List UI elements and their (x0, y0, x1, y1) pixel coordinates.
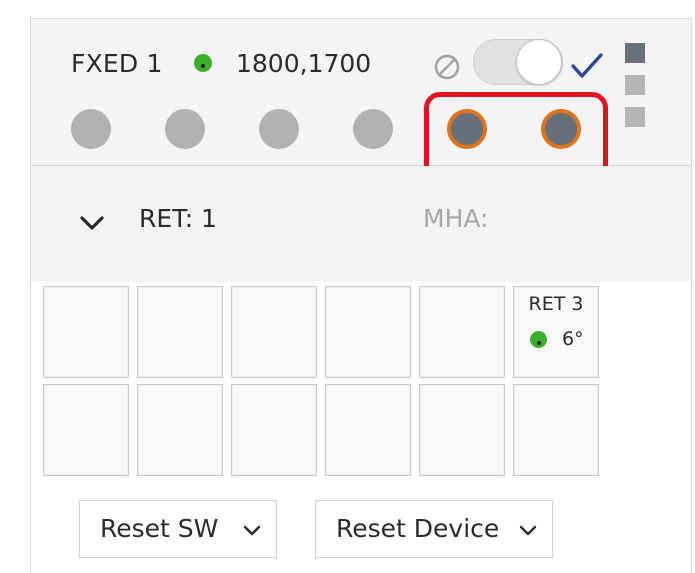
ret-tilt-value: 6° (562, 328, 584, 350)
cell-title: RET 3 (528, 293, 584, 315)
port-6[interactable] (541, 109, 581, 149)
ret-status-dot (530, 331, 547, 348)
reset-sw-dropdown[interactable]: Reset SW (79, 500, 277, 558)
ret-cell-r1-c2[interactable] (137, 286, 223, 378)
indicator-square-3 (625, 107, 645, 127)
disabled-icon[interactable] (433, 53, 461, 81)
ret-cell-r1-c1[interactable] (43, 286, 129, 378)
port-3[interactable] (259, 109, 299, 149)
check-icon (571, 53, 603, 78)
unit-title: FXED 1 (71, 49, 163, 78)
indicator-square-1 (625, 43, 645, 63)
ret-cell-r2-c1[interactable] (43, 384, 129, 476)
ret-cell-r2-c6[interactable] (513, 384, 599, 476)
port-2[interactable] (165, 109, 205, 149)
ret-cell-r2-c2[interactable] (137, 384, 223, 476)
ret-cell-r2-c4[interactable] (325, 384, 411, 476)
ret-cell-r2-c3[interactable] (231, 384, 317, 476)
ret-cell-r1-c5[interactable] (419, 286, 505, 378)
mha-label: MHA: (423, 204, 489, 233)
status-dot (194, 54, 212, 72)
port-4[interactable] (353, 109, 393, 149)
ret-label: RET: 1 (139, 204, 217, 233)
chevron-down-icon[interactable] (75, 206, 109, 240)
ret-cell-r1-c6[interactable]: RET 3 6° (513, 286, 599, 378)
reset-device-dropdown[interactable]: Reset Device (315, 500, 553, 558)
ret-bar: RET: 1 MHA: (31, 166, 691, 281)
fxed-panel: FXED 1 1800,1700 RET: 1 MHA: RET 3 6° Re… (30, 18, 692, 573)
panel-header: FXED 1 1800,1700 (31, 18, 691, 188)
port-5[interactable] (447, 109, 487, 149)
reset-sw-label: Reset SW (100, 514, 219, 543)
ret-cell-r2-c5[interactable] (419, 384, 505, 476)
chevron-down-icon (243, 525, 261, 536)
indicator-square-2 (625, 75, 645, 95)
ret-cell-r1-c4[interactable] (325, 286, 411, 378)
ret-cell-r1-c3[interactable] (231, 286, 317, 378)
frequency-list: 1800,1700 (236, 49, 372, 78)
chevron-down-icon (519, 525, 537, 536)
port-1[interactable] (71, 109, 111, 149)
enable-toggle[interactable] (473, 39, 563, 85)
toggle-knob (516, 39, 562, 85)
reset-device-label: Reset Device (336, 514, 500, 543)
